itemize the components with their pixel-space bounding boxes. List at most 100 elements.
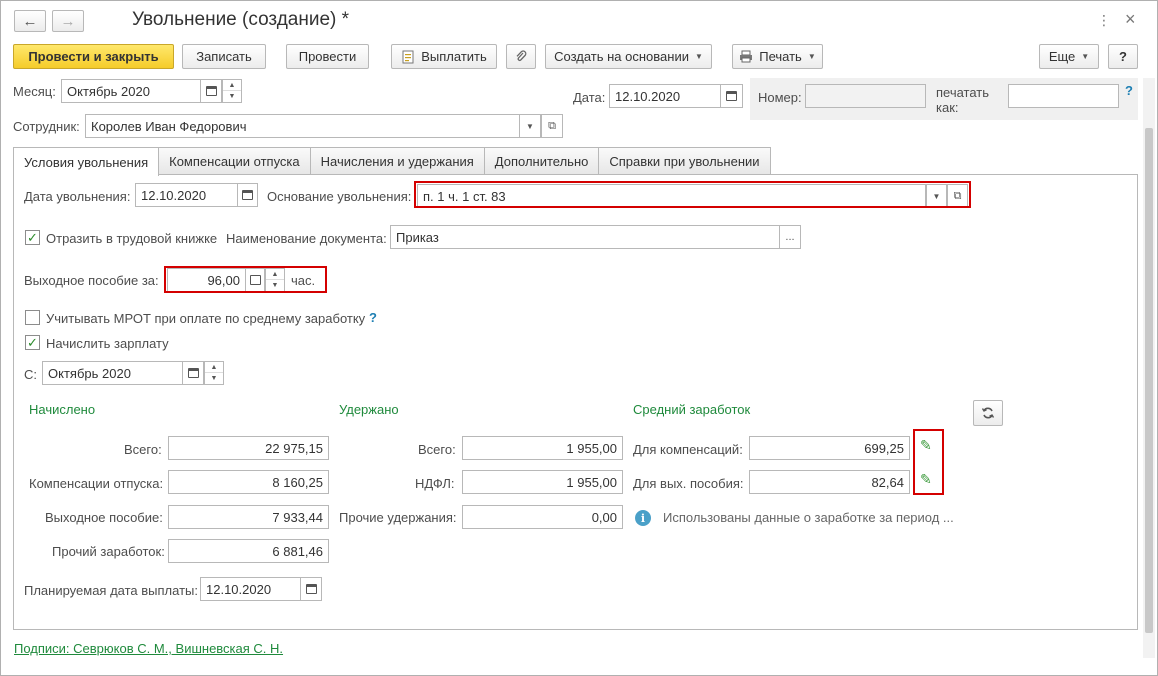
avg-severance-label: Для вых. пособия:: [633, 476, 744, 491]
page-title: Увольнение (создание) *: [132, 9, 350, 30]
calendar-icon: [305, 584, 317, 594]
accrue-salary-checkbox[interactable]: ✓: [25, 335, 40, 350]
withheld-total-value: 1 955,00: [462, 436, 623, 460]
close-icon[interactable]: ×: [1125, 9, 1136, 30]
pay-button-label: Выплатить: [421, 49, 487, 64]
help-icon[interactable]: ?: [369, 310, 377, 325]
doc-name-input[interactable]: Приказ: [390, 225, 780, 249]
dropdown-button[interactable]: ▼: [519, 114, 541, 138]
post-and-close-button[interactable]: Провести и закрыть: [13, 44, 174, 69]
withheld-header: Удержано: [339, 402, 399, 417]
vertical-scrollbar[interactable]: [1143, 78, 1155, 658]
ndfl-value: 1 955,00: [462, 470, 623, 494]
from-stepper[interactable]: ▲ ▼: [204, 361, 224, 385]
document-icon: [402, 50, 414, 63]
withheld-total-label: Всего:: [418, 442, 456, 457]
other-income-label: Прочий заработок:: [52, 544, 165, 559]
other-deductions-label: Прочие удержания:: [339, 510, 457, 525]
tab-additional[interactable]: Дополнительно: [483, 147, 600, 175]
highlight-basis: [414, 181, 971, 208]
help-button[interactable]: ?: [1108, 44, 1138, 69]
caret-down-icon: ▼: [807, 52, 816, 61]
avg-severance-value: 82,64: [749, 470, 910, 494]
month-stepper[interactable]: ▲ ▼: [222, 79, 242, 103]
tab-vacation-compensation[interactable]: Компенсации отпуска: [158, 147, 311, 175]
mrot-checkbox[interactable]: [25, 310, 40, 325]
accrue-salary-label: Начислить зарплату: [46, 336, 169, 351]
accrued-total-label: Всего:: [124, 442, 162, 457]
date-label: Дата:: [573, 90, 606, 105]
print-as-input[interactable]: [1008, 84, 1119, 108]
calendar-button[interactable]: [200, 79, 222, 103]
planned-date-input[interactable]: 12.10.2020: [200, 577, 301, 601]
calendar-icon: [205, 86, 217, 96]
calendar-button[interactable]: [237, 183, 258, 207]
calendar-button[interactable]: [300, 577, 322, 601]
number-label: Номер:: [758, 90, 802, 105]
post-button[interactable]: Провести: [286, 44, 369, 69]
other-income-value: 6 881,46: [168, 539, 329, 563]
from-label: С:: [24, 367, 37, 382]
create-based-on-button[interactable]: Создать на основании ▼: [545, 44, 712, 69]
month-input[interactable]: Октябрь 2020: [61, 79, 201, 103]
paperclip-icon: [516, 49, 527, 61]
tab-dismissal-conditions[interactable]: Условия увольнения: [13, 147, 160, 176]
number-input[interactable]: [805, 84, 926, 108]
tab-certificates[interactable]: Справки при увольнении: [598, 147, 771, 175]
mrot-label: Учитывать МРОТ при оплате по среднему за…: [46, 311, 366, 326]
dismissal-date-label: Дата увольнения:: [24, 189, 131, 204]
select-button[interactable]: ...: [779, 225, 801, 249]
more-button[interactable]: Еще ▼: [1039, 44, 1099, 69]
vacation-comp-value: 8 160,25: [168, 470, 329, 494]
caret-down-icon: ▼: [694, 52, 703, 61]
printer-icon: [740, 50, 753, 63]
open-icon: ⧉: [548, 119, 556, 132]
signatures-link[interactable]: Подписи: Севрюков С. М., Вишневская С. Н…: [14, 641, 283, 656]
help-icon[interactable]: ?: [1125, 83, 1133, 98]
accrued-header: Начислено: [29, 402, 96, 417]
scrollbar-thumb[interactable]: [1145, 128, 1153, 633]
more-label: Еще: [1048, 49, 1076, 64]
forward-button[interactable]: →: [52, 10, 84, 32]
print-button[interactable]: Печать ▼: [732, 44, 823, 69]
calendar-button[interactable]: [182, 361, 204, 385]
highlight-severance: [164, 266, 327, 293]
from-input[interactable]: Октябрь 2020: [42, 361, 183, 385]
back-button[interactable]: ←: [14, 10, 46, 32]
tab-accruals-deductions[interactable]: Начисления и удержания: [309, 147, 485, 175]
arrow-right-icon: →: [60, 12, 76, 30]
dismissal-date-input[interactable]: 12.10.2020: [135, 183, 238, 207]
caret-down-icon: ▼: [526, 121, 534, 131]
calendar-icon: [726, 91, 737, 101]
employee-label: Сотрудник:: [13, 119, 80, 134]
tab-bar: Условия увольнения Компенсации отпуска Н…: [13, 147, 771, 176]
workbook-label: Отразить в трудовой книжке: [46, 231, 218, 246]
accrued-total-value: 22 975,15: [168, 436, 329, 460]
other-deductions-value: 0,00: [462, 505, 623, 529]
calendar-button[interactable]: [720, 84, 743, 108]
severance-pay-label: Выходное пособие:: [45, 510, 163, 525]
severance-pay-value: 7 933,44: [168, 505, 329, 529]
date-input[interactable]: 12.10.2020: [609, 84, 721, 108]
severance-label: Выходное пособие за:: [24, 273, 159, 288]
open-button[interactable]: ⧉: [541, 114, 563, 138]
refresh-button[interactable]: [973, 400, 1003, 426]
month-label: Месяц:: [13, 84, 56, 99]
planned-date-label: Планируемая дата выплаты:: [24, 583, 198, 598]
attach-button[interactable]: [506, 44, 536, 69]
vacation-comp-label: Компенсации отпуска:: [29, 476, 164, 491]
menu-icon[interactable]: ⋮: [1097, 12, 1111, 29]
average-header: Средний заработок: [633, 402, 751, 417]
basis-label: Основание увольнения:: [267, 189, 412, 204]
pay-button[interactable]: Выплатить: [391, 44, 497, 69]
info-icon: i: [635, 510, 651, 526]
workbook-checkbox[interactable]: ✓: [25, 230, 40, 245]
print-as-label: печатать как:: [936, 85, 990, 115]
employee-input[interactable]: Королев Иван Федорович: [85, 114, 520, 138]
refresh-icon: [981, 407, 995, 419]
calendar-icon: [187, 368, 199, 378]
avg-info-text[interactable]: Использованы данные о заработке за перио…: [663, 510, 954, 525]
create-based-on-label: Создать на основании: [554, 49, 689, 64]
caret-down-icon: ▼: [1081, 52, 1090, 61]
save-button[interactable]: Записать: [182, 44, 266, 69]
